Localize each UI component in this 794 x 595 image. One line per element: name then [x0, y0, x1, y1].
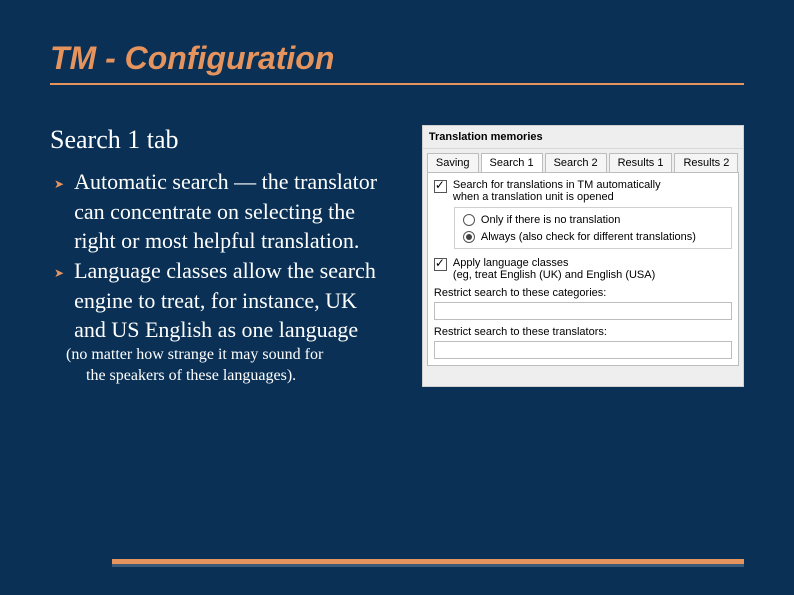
note-text: (no matter how strange it may sound for …: [50, 345, 392, 387]
arrow-icon: ➤: [54, 176, 64, 256]
dialog-body: Search for translations in TM automatica…: [427, 172, 739, 366]
tab-search1[interactable]: Search 1: [481, 153, 543, 172]
bullet-text: Automatic search — the translator can co…: [74, 167, 392, 256]
bullet-item: ➤ Automatic search — the translator can …: [54, 167, 392, 256]
slide-title: TM - Configuration: [50, 40, 744, 77]
language-classes-option[interactable]: Apply language classes (eg, treat Englis…: [434, 257, 732, 281]
radio-always[interactable]: Always (also check for different transla…: [463, 230, 723, 243]
checkbox-icon[interactable]: [434, 258, 447, 271]
tab-row: Saving Search 1 Search 2 Results 1 Resul…: [423, 149, 743, 172]
bullet-text: Language classes allow the search engine…: [74, 256, 392, 345]
restrict-translators-label: Restrict search to these translators:: [434, 326, 732, 338]
title-divider: [50, 83, 744, 85]
radio-label: Only if there is no translation: [481, 214, 620, 226]
dialog-title: Translation memories: [423, 126, 743, 149]
restrict-categories-label: Restrict search to these categories:: [434, 287, 732, 299]
subtitle: Search 1 tab: [50, 125, 392, 155]
left-column: Search 1 tab ➤ Automatic search — the tr…: [50, 125, 392, 387]
tab-search2[interactable]: Search 2: [545, 153, 607, 172]
radio-icon[interactable]: [463, 214, 475, 226]
radio-icon[interactable]: [463, 231, 475, 243]
radio-group: Only if there is no translation Always (…: [454, 207, 732, 249]
tab-results1[interactable]: Results 1: [609, 153, 673, 172]
tab-saving[interactable]: Saving: [427, 153, 479, 172]
tab-results2[interactable]: Results 2: [674, 153, 738, 172]
settings-dialog: Translation memories Saving Search 1 Sea…: [422, 125, 744, 387]
option-label: Apply language classes (eg, treat Englis…: [453, 257, 655, 281]
bullet-item: ➤ Language classes allow the search engi…: [54, 256, 392, 345]
translators-input[interactable]: [434, 341, 732, 359]
arrow-icon: ➤: [54, 265, 64, 345]
radio-only-if-none[interactable]: Only if there is no translation: [463, 213, 723, 226]
auto-search-option[interactable]: Search for translations in TM automatica…: [434, 179, 732, 203]
categories-input[interactable]: [434, 302, 732, 320]
footer-bar: [112, 559, 744, 567]
option-label: Search for translations in TM automatica…: [453, 179, 661, 203]
radio-label: Always (also check for different transla…: [481, 231, 696, 243]
checkbox-icon[interactable]: [434, 180, 447, 193]
